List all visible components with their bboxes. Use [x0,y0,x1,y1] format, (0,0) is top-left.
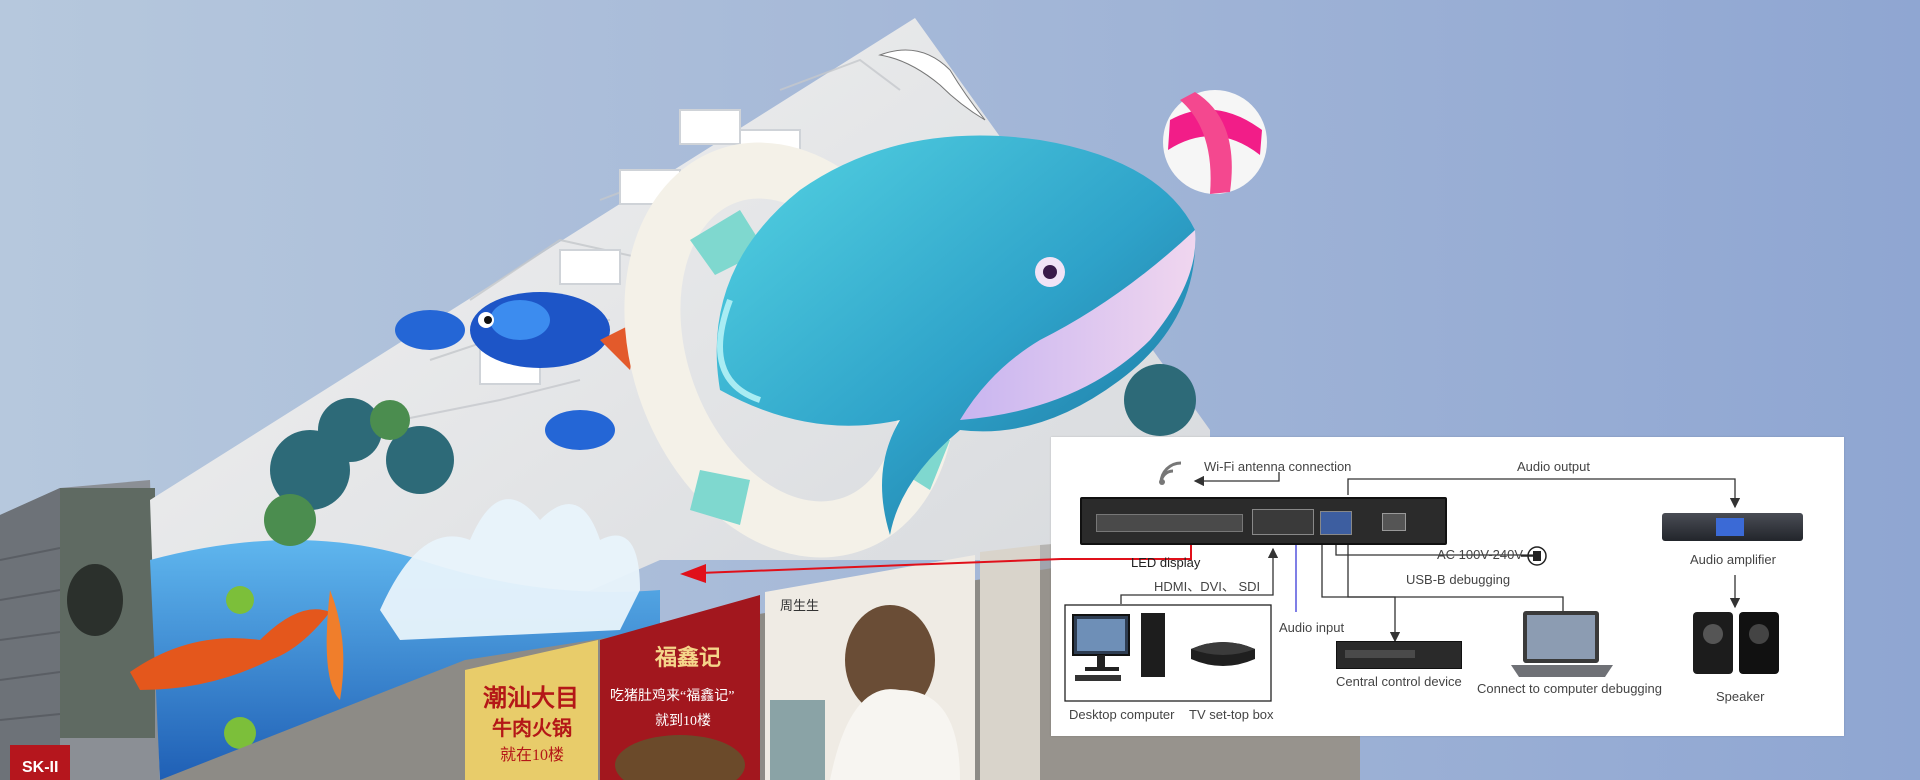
sign-text-1: 潮汕大目 [483,685,579,712]
building-left: SK-II [0,480,160,780]
label-connect-computer: Connect to computer debugging [1477,681,1663,696]
speaker-icon [1693,612,1783,674]
laptop-icon [1511,611,1613,677]
sign-text-7: 周生生 [780,598,819,613]
label-usb-debug: USB-B debugging [1406,572,1511,587]
desktop-computer-icon [1072,613,1165,681]
label-ac-power: AC 100V-240V [1437,547,1524,562]
label-audio-input: Audio input [1279,620,1345,635]
tv-box-icon [1191,642,1255,666]
sign-text-3: 就在10楼 [500,746,564,764]
label-hdmi-dvi-sdi: HDMI、DVI、 SDI [1154,579,1261,594]
label-audio-output: Audio output [1517,459,1591,474]
wifi-icon [1159,461,1182,485]
sign-text-4: 福鑫记 [654,645,721,670]
label-wifi: Wi-Fi antenna connection [1204,459,1352,474]
label-audio-amplifier: Audio amplifier [1690,552,1776,567]
label-tv-box: TV set-top box [1189,707,1274,722]
beach-ball [1163,90,1267,194]
power-plug-icon [1521,546,1547,566]
label-desktop: Desktop computer [1069,707,1175,722]
central-control-icon [1336,641,1462,669]
label-central-control: Central control device [1336,674,1462,689]
label-speaker: Speaker [1716,689,1765,704]
sign-text-2: 牛肉火锅 [492,716,572,740]
label-led-display: LED display [1131,555,1201,570]
connection-diagram-panel: Wi-Fi antenna connection Audio output LE… [1051,437,1844,736]
sign-skii: SK-II [22,759,58,776]
controller-icon [1080,497,1447,545]
amplifier-icon [1662,513,1803,541]
sign-text-6: 就到10楼 [655,713,711,729]
sign-text-5: 吃猪肚鸡来“福鑫记” [610,687,734,704]
